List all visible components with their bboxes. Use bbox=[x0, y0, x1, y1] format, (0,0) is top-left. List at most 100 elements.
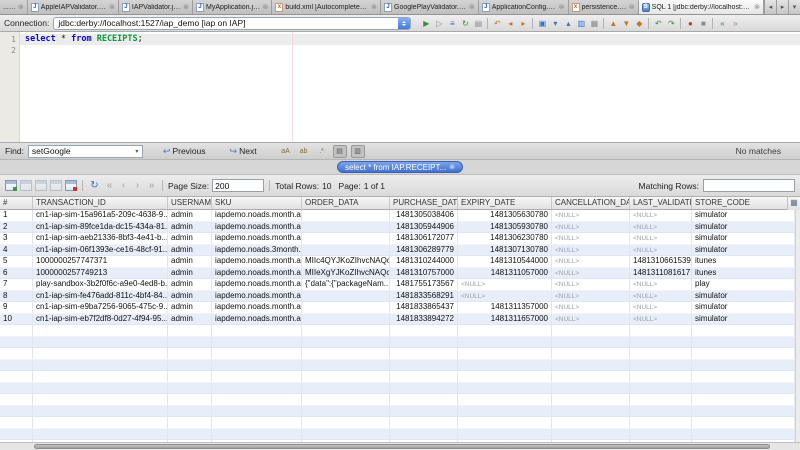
back-icon[interactable]: ◂ bbox=[504, 17, 516, 29]
table-cell[interactable]: 3 bbox=[0, 233, 33, 244]
column-header-last-validated[interactable]: LAST_VALIDATED bbox=[630, 197, 692, 209]
tab-close-icon[interactable]: ⊗ bbox=[109, 3, 115, 12]
table-cell[interactable]: cn1-iap-sim-aeb21336-8bf3-4e41-b... bbox=[33, 233, 168, 244]
table-cell[interactable] bbox=[302, 210, 390, 221]
table-cell[interactable]: cn1-iap-sim-eb7f2df8-0d27-4f94-95... bbox=[33, 314, 168, 325]
sql-editor[interactable]: 1 2 select * from RECEIPTS; bbox=[0, 32, 800, 142]
column-header--[interactable]: # bbox=[0, 197, 33, 209]
find-previous-icon[interactable]: ▴ bbox=[562, 17, 574, 29]
table-cell[interactable]: 1481305630780 bbox=[458, 210, 552, 221]
tab-scroll-left-button[interactable]: ◂ bbox=[764, 0, 776, 14]
table-cell[interactable]: 1000000257747371 bbox=[33, 256, 168, 267]
table-cell[interactable]: <NULL> bbox=[630, 302, 692, 313]
table-cell[interactable]: iapdemo.noads.month.auto bbox=[212, 279, 302, 290]
tab-close-icon[interactable]: ⊗ bbox=[469, 3, 475, 12]
tab-file-7[interactable]: xpersistence.xml⊗ bbox=[569, 0, 639, 14]
table-cell[interactable]: simulator bbox=[692, 245, 795, 256]
table-cell[interactable]: 1481311357000 bbox=[458, 302, 552, 313]
table-cell[interactable]: <NULL> bbox=[630, 314, 692, 325]
table-cell[interactable]: <NULL> bbox=[552, 314, 630, 325]
refresh-connection-icon[interactable]: ↻ bbox=[459, 17, 471, 29]
table-cell[interactable]: admin bbox=[168, 268, 212, 279]
code-line-1[interactable]: select * from RECEIPTS; bbox=[20, 34, 800, 45]
last-page-icon[interactable]: » bbox=[146, 181, 157, 191]
find-next-icon[interactable]: ▾ bbox=[549, 17, 561, 29]
tab-close-icon[interactable]: ⊗ bbox=[263, 3, 269, 12]
table-cell[interactable]: cn1-iap-sim-e9ba7256-9065-475c-9... bbox=[33, 302, 168, 313]
table-row[interactable]: 51000000257747371adminiapdemo.noads.mont… bbox=[0, 256, 795, 268]
table-cell[interactable]: 4 bbox=[0, 245, 33, 256]
highlight-results-icon[interactable]: ▤ bbox=[333, 145, 347, 158]
tab-file-3[interactable]: JMyApplication.java⊗ bbox=[193, 0, 272, 14]
table-cell[interactable]: <NULL> bbox=[552, 302, 630, 313]
table-cell[interactable]: 1481306230780 bbox=[458, 233, 552, 244]
table-cell[interactable]: <NULL> bbox=[630, 210, 692, 221]
find-dropdown-icon[interactable]: ▾ bbox=[132, 148, 142, 155]
table-cell[interactable]: admin bbox=[168, 279, 212, 290]
horizontal-scrollbar[interactable] bbox=[0, 442, 800, 450]
table-cell[interactable]: admin bbox=[168, 210, 212, 221]
new-snippet-icon[interactable]: ▤ bbox=[472, 17, 484, 29]
toggle-bookmark-icon[interactable]: ◆ bbox=[633, 17, 645, 29]
comment-icon[interactable]: « bbox=[716, 17, 728, 29]
tab-close-icon[interactable]: ⊗ bbox=[754, 3, 760, 12]
table-cell[interactable]: admin bbox=[168, 314, 212, 325]
horizontal-scrollbar-thumb[interactable] bbox=[34, 444, 770, 449]
next-page-icon[interactable]: › bbox=[132, 181, 143, 191]
table-cell[interactable]: admin bbox=[168, 233, 212, 244]
table-cell[interactable]: MIIeXgYJKoZIhvcNAQc... bbox=[302, 268, 390, 279]
table-cell[interactable]: iapdemo.noads.month.auto bbox=[212, 233, 302, 244]
table-cell[interactable]: <NULL> bbox=[630, 222, 692, 233]
column-header-purchase-date[interactable]: PURCHASE_DATE bbox=[390, 197, 458, 209]
table-cell[interactable]: <NULL> bbox=[630, 233, 692, 244]
table-cell[interactable]: cn1-iap-sim-15a961a5-209c-4638-9... bbox=[33, 210, 168, 221]
table-cell[interactable]: 1481833865437 bbox=[390, 302, 458, 313]
find-next-button[interactable]: ↪ Next bbox=[226, 146, 261, 157]
table-cell[interactable]: 1481833894272 bbox=[390, 314, 458, 325]
table-cell[interactable] bbox=[302, 245, 390, 256]
insert-record-icon[interactable] bbox=[5, 180, 17, 191]
table-cell[interactable]: <NULL> bbox=[552, 245, 630, 256]
table-cell[interactable]: simulator bbox=[692, 233, 795, 244]
table-cell[interactable]: play bbox=[692, 279, 795, 290]
table-row[interactable]: 7play-sandbox-3b2f0f6c-a9e0-4ed8-b...adm… bbox=[0, 279, 795, 291]
column-header-store-code[interactable]: STORE_CODE bbox=[692, 197, 795, 209]
tab-file-2[interactable]: JIAPValidator.java⊗ bbox=[119, 0, 193, 14]
table-cell[interactable]: admin bbox=[168, 256, 212, 267]
tab-file-1[interactable]: JAppleIAPValidator.java⊗ bbox=[28, 0, 119, 14]
table-cell[interactable] bbox=[302, 314, 390, 325]
tab-file-6[interactable]: JApplicationConfig.java⊗ bbox=[479, 0, 569, 14]
table-cell[interactable]: iapdemo.noads.month.auto bbox=[212, 222, 302, 233]
table-cell[interactable] bbox=[302, 222, 390, 233]
column-header-sku[interactable]: SKU bbox=[212, 197, 302, 209]
tab-scroll-right-button[interactable]: ▸ bbox=[776, 0, 788, 14]
table-row[interactable]: 8cn1-iap-sim-fe476add-811c-4bf4-84...adm… bbox=[0, 291, 795, 303]
matching-rows-input[interactable] bbox=[703, 179, 795, 192]
table-cell[interactable]: <NULL> bbox=[630, 279, 692, 290]
table-cell[interactable]: 1481305038406 bbox=[390, 210, 458, 221]
column-header-username[interactable]: USERNAME bbox=[168, 197, 212, 209]
table-cell[interactable]: 1481310757000 bbox=[390, 268, 458, 279]
table-cell[interactable]: MIIc4QYJKoZIhvcNAQc... bbox=[302, 256, 390, 267]
find-input[interactable]: setGoogle ▾ bbox=[28, 145, 143, 158]
table-cell[interactable]: 2 bbox=[0, 222, 33, 233]
table-cell[interactable]: 1481833568291 bbox=[390, 291, 458, 302]
tab-file-5[interactable]: JGooglePlayValidator.java⊗ bbox=[381, 0, 479, 14]
find-previous-button[interactable]: ↩ Previous bbox=[159, 146, 210, 157]
table-cell[interactable]: <NULL> bbox=[552, 256, 630, 267]
table-cell[interactable]: <NULL> bbox=[552, 210, 630, 221]
tab-list-button[interactable]: ▾ bbox=[788, 0, 800, 14]
table-cell[interactable]: iapdemo.noads.month.auto bbox=[212, 268, 302, 279]
table-cell[interactable]: <NULL> bbox=[458, 291, 552, 302]
tab-close-icon[interactable]: ⊗ bbox=[629, 3, 635, 12]
tab-close-icon[interactable]: ⊗ bbox=[559, 3, 565, 12]
tab-close-icon[interactable]: ⊗ bbox=[18, 3, 24, 12]
table-cell[interactable]: 1481306289779 bbox=[390, 245, 458, 256]
column-header-cancellation-date[interactable]: CANCELLATION_DATE bbox=[552, 197, 630, 209]
column-header-expiry-date[interactable]: EXPIRY_DATE bbox=[458, 197, 552, 209]
table-cell[interactable]: 8 bbox=[0, 291, 33, 302]
table-cell[interactable]: 6 bbox=[0, 268, 33, 279]
last-edit-icon[interactable]: ↶ bbox=[491, 17, 503, 29]
column-settings-icon[interactable]: ▦ bbox=[787, 197, 800, 210]
table-cell[interactable]: 1481310244000 bbox=[390, 256, 458, 267]
